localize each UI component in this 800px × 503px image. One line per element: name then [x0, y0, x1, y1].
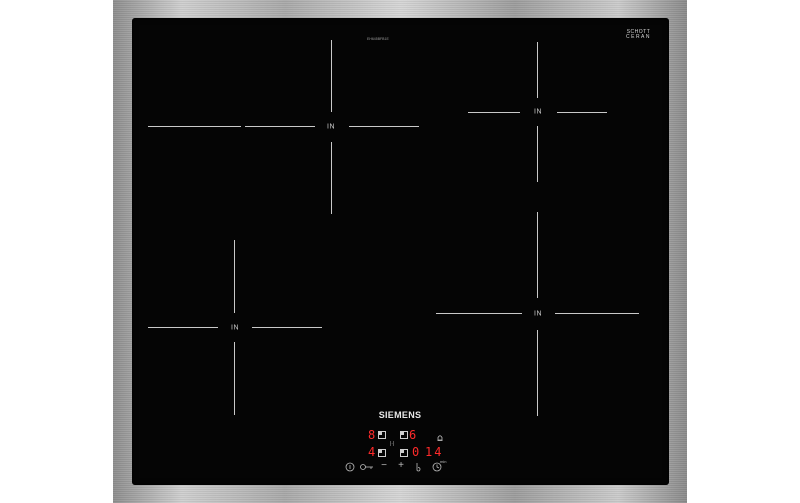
schott-ceran-logo: SCHOTT CERAN — [626, 30, 651, 40]
zone-br-label[interactable]: IN — [534, 311, 542, 318]
brand-logo: SIEMENS — [378, 410, 422, 420]
zone-br-mark-left — [436, 313, 522, 314]
zone-tr-mark-right — [557, 112, 607, 113]
clock-icon[interactable] — [432, 462, 442, 472]
zone-rear-right-icon[interactable] — [400, 431, 408, 439]
zone-bl-mark-right — [252, 327, 322, 328]
zone-rear-left-icon[interactable] — [378, 449, 386, 457]
zone-tl-mark-left — [148, 126, 241, 127]
zone-bl-mark-bottom — [234, 342, 235, 415]
zone-tl-label[interactable]: IN — [327, 124, 335, 131]
zone-front-right-icon[interactable] — [400, 449, 408, 457]
zone-tl-mark-bottom — [331, 142, 332, 214]
zone-br-mark-right — [555, 313, 639, 314]
zone-front-left-icon[interactable] — [378, 431, 386, 439]
bell-icon[interactable] — [436, 434, 444, 442]
boost-icon[interactable] — [414, 462, 422, 472]
zone3-level-display: 4 — [368, 445, 376, 459]
power-icon[interactable] — [345, 462, 355, 472]
zone2-level-display: 6 — [409, 428, 417, 442]
zone-tl-mark-left2 — [245, 126, 315, 127]
zone-tr-label[interactable]: IN — [534, 109, 542, 116]
timer-digit-b: 14 — [425, 445, 444, 459]
zone-tr-mark-bottom — [537, 126, 538, 182]
timer-digit-a: 0 — [412, 445, 420, 459]
zone-tr-mark-left — [468, 112, 520, 113]
zone-bl-label[interactable]: IN — [231, 325, 239, 332]
zone-br-mark-top — [537, 212, 538, 298]
zone-tr-mark-top — [537, 42, 538, 98]
glass-type: CERAN — [626, 34, 652, 40]
zone-br-mark-bottom — [537, 330, 538, 416]
zone-tl-mark-right — [349, 126, 419, 127]
plus-button[interactable]: + — [398, 460, 404, 471]
zone1-level-display: 8 — [368, 428, 376, 442]
key-lock-icon[interactable] — [360, 463, 374, 471]
model-code: EH645BFB1E — [367, 37, 389, 41]
minus-button[interactable]: − — [381, 460, 387, 471]
zone-bl-mark-left — [148, 327, 218, 328]
zone-tl-mark-top — [331, 40, 332, 112]
pan-size-icon: |·| — [390, 441, 395, 447]
zone-bl-mark-top — [234, 240, 235, 313]
